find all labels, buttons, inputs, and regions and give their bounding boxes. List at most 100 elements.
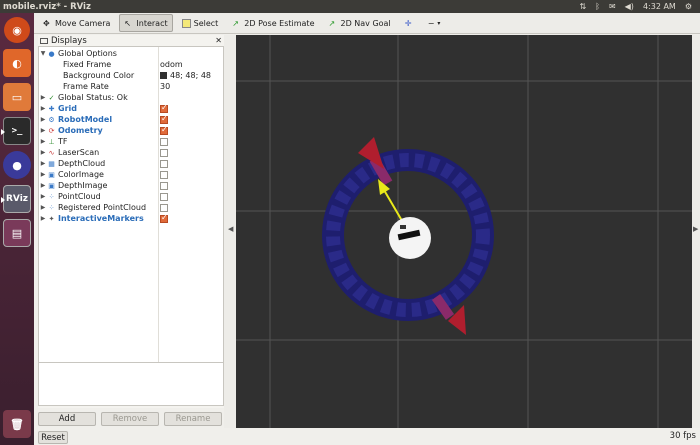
enable-checkbox[interactable]	[160, 170, 168, 179]
display-item[interactable]: ▶ ⊥ TF	[39, 136, 223, 147]
displays-tree: ▼ ● Global Options Fixed Frame odom Back…	[38, 46, 224, 391]
enable-checkbox[interactable]	[160, 114, 168, 124]
right-splitter[interactable]: ▶	[692, 35, 700, 428]
expand-down-icon[interactable]: ▼	[39, 50, 47, 57]
display-item-value	[160, 170, 168, 179]
collapse-left-icon[interactable]: ◀	[228, 225, 233, 233]
window-titlebar: mobile.rviz* - RViz ⇅ ᛒ ✉ ◀) 4:32 AM ⚙	[0, 0, 700, 13]
enable-checkbox[interactable]	[160, 159, 168, 168]
enable-checkbox[interactable]	[160, 203, 168, 212]
display-item-label: Grid	[58, 104, 77, 113]
rviz-toolbar: ✥ Move Camera ↖ Interact Select ↗ 2D Pos…	[34, 13, 700, 34]
display-item[interactable]: ▶ ▣ DepthImage	[39, 180, 223, 191]
select-label: Select	[193, 18, 219, 28]
add-button[interactable]: Add	[38, 412, 96, 426]
workspace-icon[interactable]: ▤	[3, 219, 31, 247]
enable-checkbox[interactable]	[160, 103, 168, 113]
close-icon[interactable]: ✕	[215, 36, 222, 45]
enable-checkbox[interactable]	[160, 148, 168, 157]
display-item[interactable]: ▶ ▣ ColorImage	[39, 169, 223, 180]
bg-color-value[interactable]: 48; 48; 48	[160, 71, 211, 80]
firefox-icon[interactable]: ◐	[3, 49, 31, 77]
enable-checkbox[interactable]	[160, 125, 168, 135]
expand-right-icon[interactable]: ▶	[39, 160, 47, 167]
keyboard-icon[interactable]: ⇅	[579, 2, 586, 11]
display-item-label: DepthCloud	[58, 159, 106, 168]
enable-checkbox[interactable]	[160, 181, 168, 190]
settings-gear-icon[interactable]: ⚙	[685, 2, 692, 11]
display-item[interactable]: ▶ ✚ Grid	[39, 103, 223, 114]
tree-row-fixed-frame[interactable]: Fixed Frame odom	[39, 59, 223, 70]
rename-button[interactable]: Rename	[164, 412, 222, 426]
expand-right-icon[interactable]: ▶	[39, 171, 47, 178]
nav-goal-button[interactable]: ↗ 2D Nav Goal	[324, 14, 396, 32]
tree-row-global-status[interactable]: ▶ ✓ Global Status: Ok	[39, 92, 223, 103]
expand-right-icon[interactable]: ▶	[39, 116, 47, 123]
publish-point-button[interactable]: ✛	[400, 14, 419, 32]
display-item[interactable]: ▶ ⟳ Odometry	[39, 125, 223, 136]
render-3d-view[interactable]	[236, 35, 692, 428]
dash-home-icon[interactable]: ◉	[4, 17, 30, 43]
tree-row-frame-rate[interactable]: Frame Rate 30	[39, 81, 223, 92]
display-item[interactable]: ▶ ⁘ Registered PointCloud	[39, 202, 223, 213]
expand-right-icon[interactable]: ▶	[39, 193, 47, 200]
frame-rate-label: Frame Rate	[63, 82, 109, 91]
bg-color-text: 48; 48; 48	[170, 71, 212, 80]
robot-model[interactable]	[389, 217, 431, 259]
expand-right-icon[interactable]: ▶	[39, 215, 47, 222]
display-item[interactable]: ▶ ⁘ PointCloud	[39, 191, 223, 202]
displays-title: Displays	[51, 35, 87, 46]
expand-right-icon[interactable]: ▶	[39, 94, 47, 101]
expand-right-icon[interactable]: ▶	[39, 182, 47, 189]
tool-menu-button[interactable]: − ▾	[423, 14, 446, 32]
display-item[interactable]: ▶ ▦ DepthCloud	[39, 158, 223, 169]
display-item-label: TF	[58, 137, 68, 146]
display-item-label: Registered PointCloud	[58, 203, 147, 212]
display-item-value	[160, 103, 168, 113]
move-camera-button[interactable]: ✥ Move Camera	[38, 14, 115, 32]
nav-goal-label: 2D Nav Goal	[340, 18, 391, 28]
mail-icon[interactable]: ✉	[609, 2, 616, 11]
expand-right-icon[interactable]: ▶	[39, 138, 47, 145]
display-item[interactable]: ▶ ⚙ RobotModel	[39, 114, 223, 125]
tree-row-bg-color[interactable]: Background Color 48; 48; 48	[39, 70, 223, 81]
enable-checkbox[interactable]	[160, 192, 168, 201]
scene-canvas[interactable]	[236, 35, 692, 428]
clock[interactable]: 4:32 AM	[643, 2, 676, 11]
expand-right-icon[interactable]: ▶	[39, 204, 47, 211]
volume-icon[interactable]: ◀)	[625, 2, 634, 11]
pose-arrow-icon: ↗	[232, 18, 239, 28]
display-item[interactable]: ▶ ✦ InteractiveMarkers	[39, 213, 223, 224]
color-swatch[interactable]	[160, 72, 167, 79]
display-item-label: LaserScan	[58, 148, 100, 157]
chevron-down-icon: ▾	[437, 19, 441, 27]
expand-right-icon[interactable]: ▶	[39, 105, 47, 112]
pose-estimate-button[interactable]: ↗ 2D Pose Estimate	[227, 14, 319, 32]
expand-right-icon[interactable]: ▶	[39, 149, 47, 156]
display-item-value	[160, 181, 168, 190]
interact-button[interactable]: ↖ Interact	[119, 14, 173, 32]
expand-right-icon[interactable]: ▶	[39, 127, 47, 134]
laser-icon: ∿	[48, 148, 55, 157]
marker-icon: ✦	[48, 214, 55, 223]
fixed-frame-value[interactable]: odom	[160, 60, 183, 69]
display-item[interactable]: ▶ ∿ LaserScan	[39, 147, 223, 158]
rviz-icon[interactable]: RViz	[1, 185, 31, 213]
reset-button[interactable]: Reset	[38, 431, 68, 444]
trash-icon[interactable]: 🗑	[3, 410, 31, 438]
grid-icon: ✚	[48, 104, 55, 113]
select-button[interactable]: Select	[177, 14, 224, 32]
eclipse-icon[interactable]: ●	[3, 151, 31, 179]
display-item-value	[160, 148, 168, 157]
tree-row-global-options[interactable]: ▼ ● Global Options	[39, 48, 223, 59]
enable-checkbox[interactable]	[160, 137, 168, 146]
system-tray: ⇅ ᛒ ✉ ◀) 4:32 AM ⚙	[579, 2, 700, 11]
files-icon[interactable]: ▭	[3, 83, 31, 111]
enable-checkbox[interactable]	[160, 213, 168, 223]
terminal-icon[interactable]: >_	[1, 117, 31, 145]
bluetooth-icon[interactable]: ᛒ	[595, 2, 600, 11]
left-splitter[interactable]: ◀	[224, 35, 236, 428]
remove-button[interactable]: Remove	[101, 412, 159, 426]
frame-rate-value[interactable]: 30	[160, 82, 170, 91]
collapse-right-icon[interactable]: ▶	[693, 225, 698, 233]
